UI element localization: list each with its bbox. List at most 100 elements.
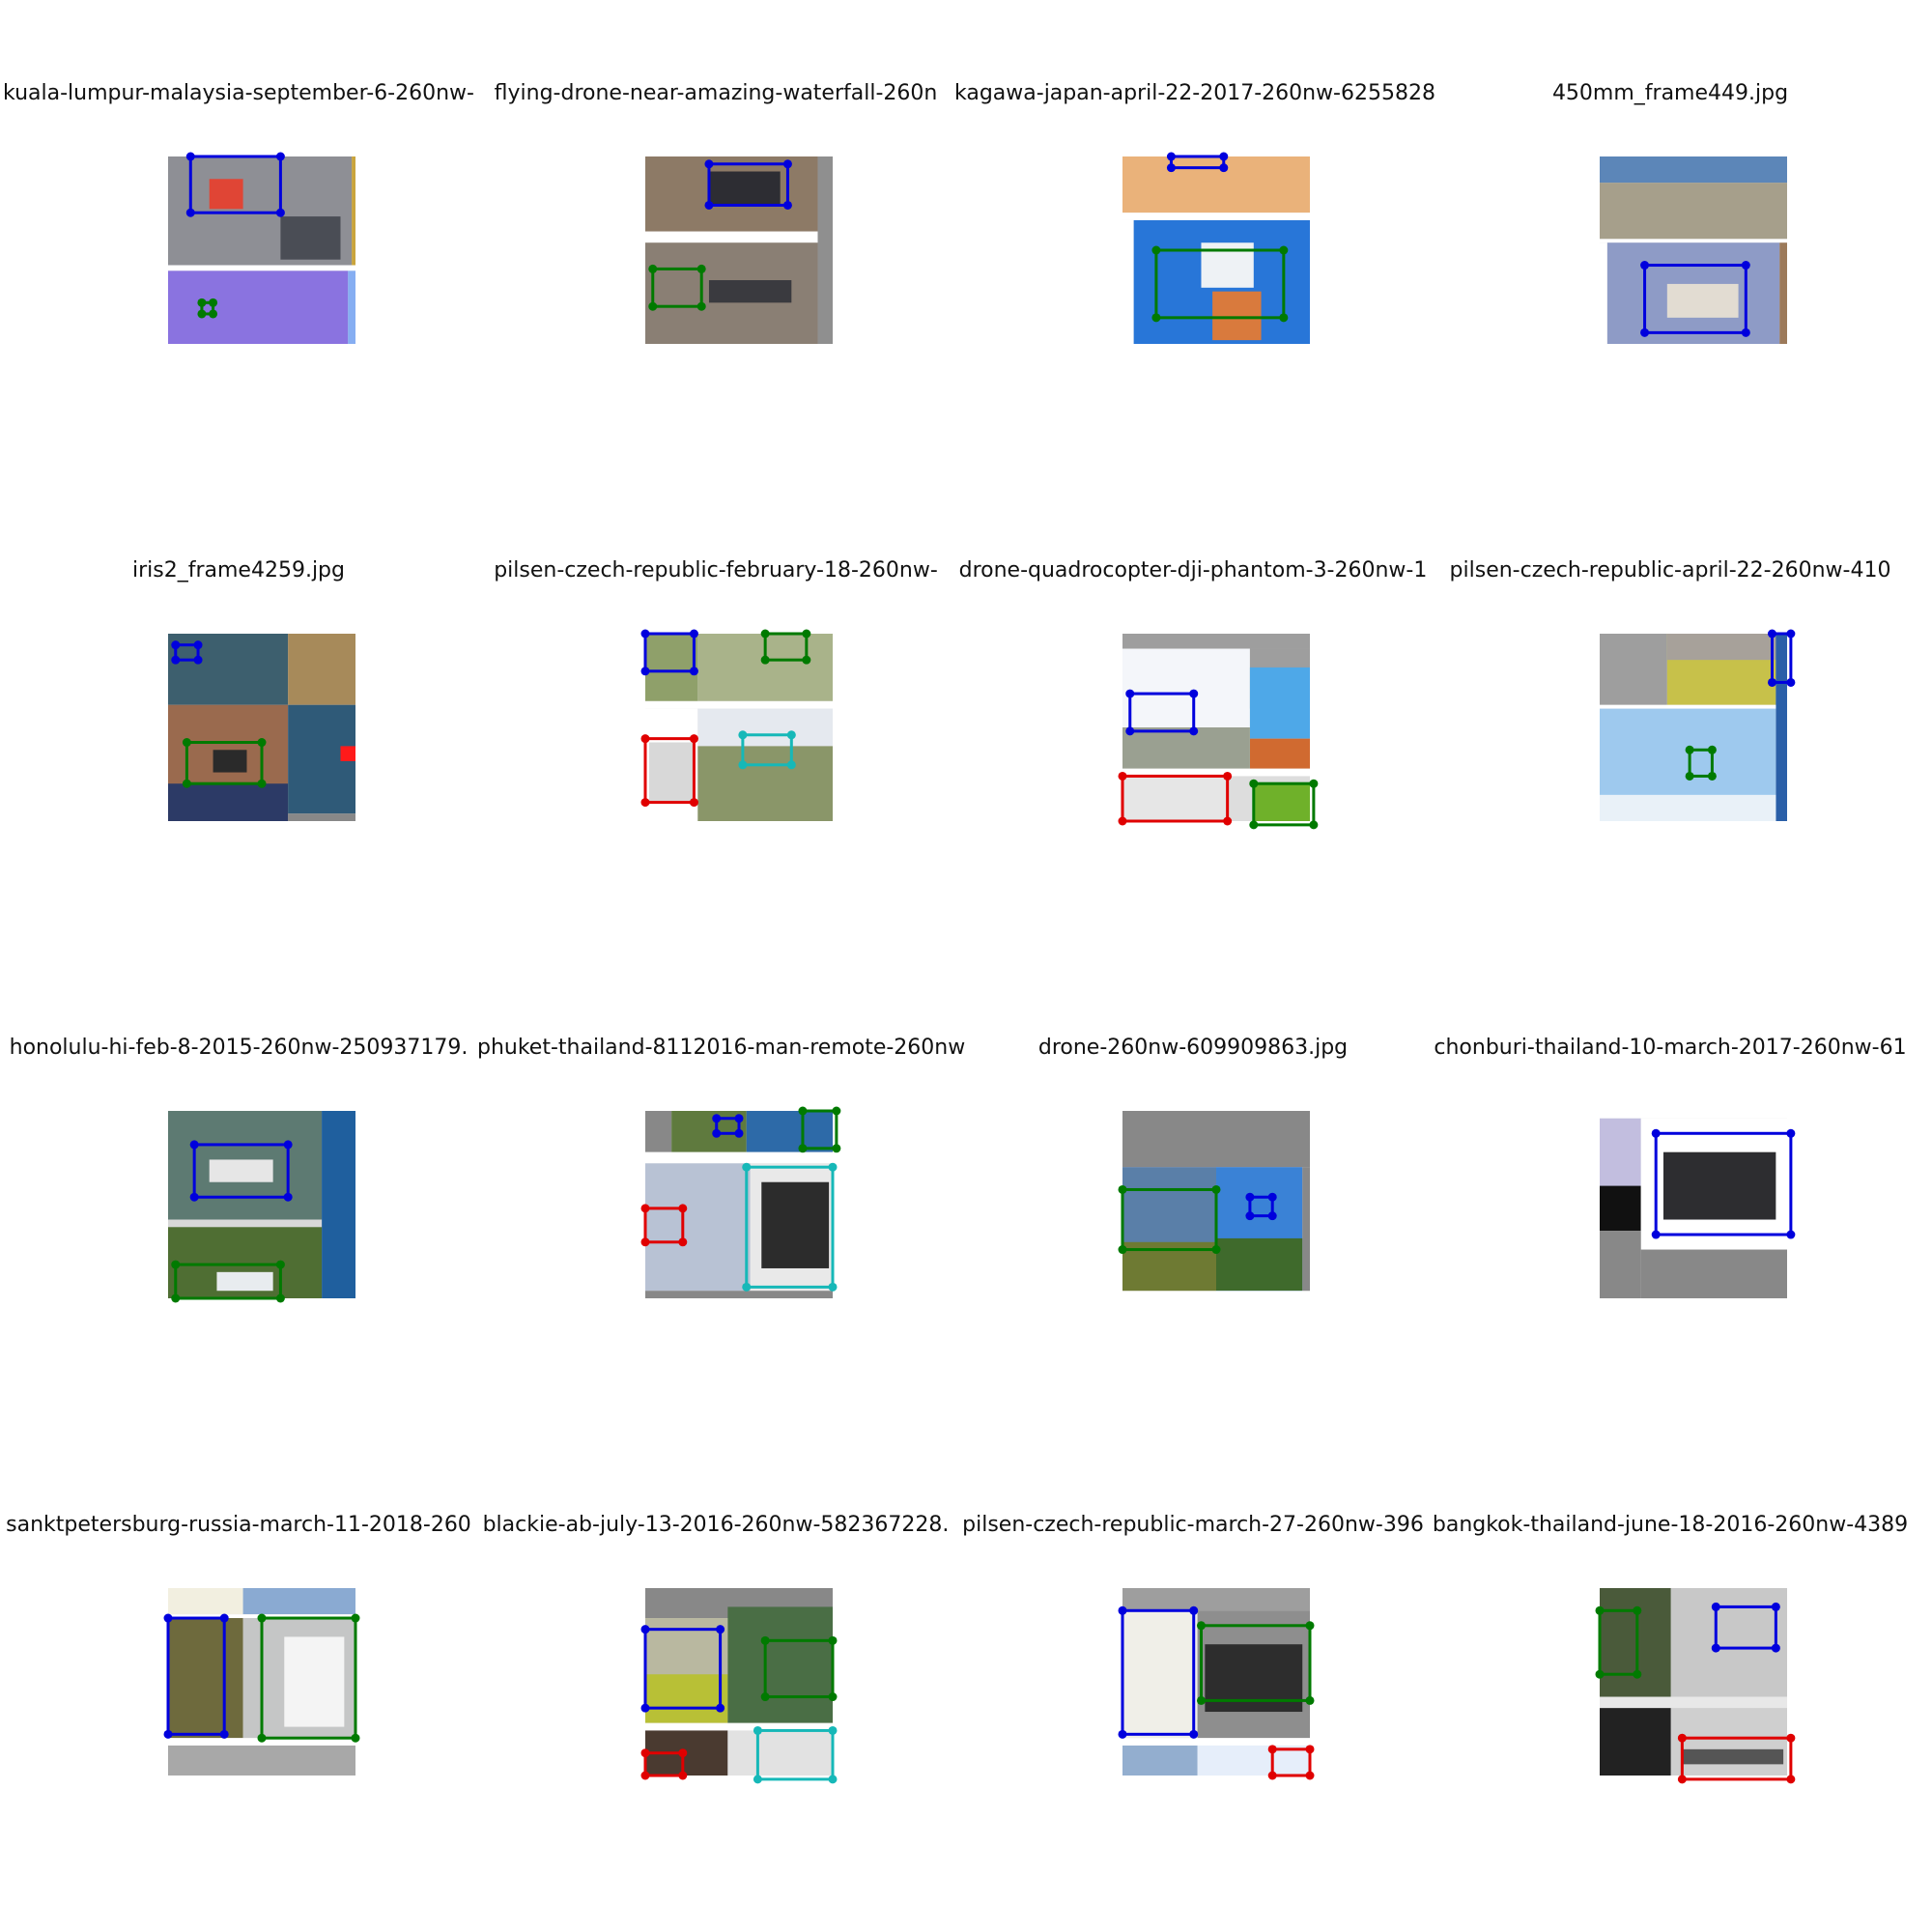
- image-panel: pilsen-czech-republic-february-18-260nw-: [477, 477, 954, 954]
- bounding-box-corner: [753, 1775, 762, 1784]
- bounding-box-corner: [182, 738, 191, 748]
- bounding-box-corner: [760, 1692, 770, 1702]
- bounding-box-corner: [828, 1162, 838, 1172]
- bounding-box-red: [643, 1751, 685, 1777]
- bounding-box-corner: [786, 760, 796, 770]
- bounding-box-corner: [742, 1282, 752, 1292]
- bounding-box-corner: [1223, 771, 1233, 781]
- bounding-box-corner: [1786, 1775, 1796, 1784]
- bounding-box-red: [1270, 1747, 1312, 1777]
- bounding-box-corner: [1305, 1771, 1315, 1780]
- bounding-box-overlay: [1151, 152, 1289, 323]
- bounding-box-corner: [798, 1106, 808, 1116]
- bounding-box-green: [1199, 1624, 1312, 1702]
- bounding-box-corner: [1786, 1128, 1796, 1138]
- image-panel: drone-quadrocopter-dji-phantom-3-260nw-1: [954, 477, 1432, 954]
- bounding-box-corner: [1786, 1733, 1796, 1743]
- bounding-box-corner: [678, 1771, 688, 1780]
- bounding-box-corner: [696, 301, 706, 311]
- bounding-box-blue: [1169, 155, 1226, 170]
- bounding-box-blue: [1770, 632, 1793, 684]
- bounding-box-corner: [1189, 726, 1199, 736]
- bounding-box-corner: [760, 629, 770, 639]
- bounding-box-green: [651, 267, 703, 308]
- bounding-box-corner: [832, 1144, 841, 1153]
- bounding-box-blue: [1643, 264, 1747, 334]
- bounding-box-corner: [828, 1635, 838, 1645]
- bounding-box-corner: [640, 1237, 650, 1247]
- bounding-box-corner: [678, 1204, 688, 1213]
- bounding-box-corner: [1279, 245, 1289, 255]
- bounding-box-corner: [1305, 1745, 1315, 1754]
- bounding-box-corner: [1677, 1775, 1687, 1784]
- panel-title: 450mm_frame449.jpg: [1551, 81, 1789, 105]
- bounding-box-corner: [1125, 726, 1135, 736]
- panel-title: phuket-thailand-8112016-man-remote-260nw: [477, 1036, 966, 1060]
- bounding-box-corner: [1249, 820, 1259, 830]
- bounding-box-corner: [1166, 163, 1176, 173]
- image-panel: flying-drone-near-amazing-waterfall-260n: [477, 0, 954, 477]
- bounding-box-overlay: [1640, 261, 1750, 337]
- bounding-box-corner: [712, 1114, 722, 1123]
- bounding-box-corner: [1711, 1643, 1720, 1653]
- bounding-box-corner: [786, 730, 796, 740]
- bounding-box-corner: [1741, 327, 1750, 337]
- bounding-box-green: [1688, 748, 1714, 778]
- bounding-box-corner: [1309, 820, 1319, 830]
- bounding-box-corner: [648, 264, 658, 273]
- bounding-box-overlay: [648, 159, 792, 311]
- bounding-box-corner: [197, 309, 207, 319]
- bounding-box-corner: [782, 159, 792, 169]
- bounding-box-corner: [351, 1613, 360, 1623]
- bounding-box-corner: [1211, 1184, 1221, 1194]
- bounding-box-overlay: [1651, 1128, 1796, 1239]
- bounding-box-corner: [832, 1106, 841, 1116]
- image-panel: pilsen-czech-republic-april-22-260nw-410: [1432, 477, 1909, 954]
- bounding-box-blue: [1248, 1195, 1274, 1218]
- image-panel: sanktpetersburg-russia-march-11-2018-260: [0, 1432, 477, 1909]
- bounding-box-corner: [704, 159, 714, 169]
- bounding-box-cyan: [755, 1728, 835, 1781]
- bounding-box-corner: [189, 1192, 199, 1202]
- bounding-box-corner: [257, 738, 267, 748]
- bounding-box-corner: [1118, 1245, 1127, 1255]
- bounding-box-corner: [716, 1625, 725, 1634]
- bounding-box-blue: [707, 162, 789, 207]
- bounding-box-corner: [1707, 745, 1717, 754]
- bounding-box-corner: [193, 655, 203, 665]
- bounding-box-blue: [1121, 1608, 1196, 1736]
- panel-title: kuala-lumpur-malaysia-september-6-260nw-: [3, 81, 474, 105]
- bounding-box-corner: [1786, 677, 1796, 687]
- bounding-box-corner: [1267, 1745, 1277, 1754]
- bounding-box-corner: [828, 1282, 838, 1292]
- bounding-box-corner: [1196, 1695, 1206, 1705]
- bounding-box-overlay: [640, 1625, 838, 1784]
- bounding-box-corner: [283, 1192, 293, 1202]
- bounding-box-corner: [257, 1733, 267, 1743]
- bounding-box-green: [801, 1109, 838, 1151]
- bounding-box-overlay: [163, 1613, 360, 1743]
- bounding-box-corner: [283, 1140, 293, 1150]
- bounding-box-corner: [640, 1703, 650, 1713]
- bounding-box-corner: [734, 1128, 744, 1138]
- bounding-box-corner: [742, 1162, 752, 1172]
- bounding-box-red: [643, 1207, 685, 1244]
- bounding-box-corner: [1211, 1245, 1221, 1255]
- bounding-box-corner: [1166, 152, 1176, 161]
- bounding-box-corner: [760, 655, 770, 665]
- bounding-box-corner: [1685, 771, 1694, 781]
- bounding-box-corner: [1223, 816, 1233, 826]
- bounding-box-red: [1680, 1736, 1793, 1781]
- bounding-box-corner: [696, 264, 706, 273]
- bounding-box-blue: [1128, 692, 1196, 733]
- bounding-box-corner: [1741, 261, 1750, 270]
- bounding-box-corner: [689, 798, 698, 808]
- bounding-box-corner: [712, 1128, 722, 1138]
- bounding-box-corner: [689, 734, 698, 744]
- image-panel: chonburi-thailand-10-march-2017-260nw-61: [1432, 954, 1909, 1432]
- bounding-box-corner: [640, 1771, 650, 1780]
- bounding-box-corner: [171, 1260, 181, 1269]
- bounding-box-corner: [1267, 1771, 1277, 1780]
- panel-title: pilsen-czech-republic-march-27-260nw-396: [962, 1513, 1424, 1537]
- bounding-box-corner: [640, 734, 650, 744]
